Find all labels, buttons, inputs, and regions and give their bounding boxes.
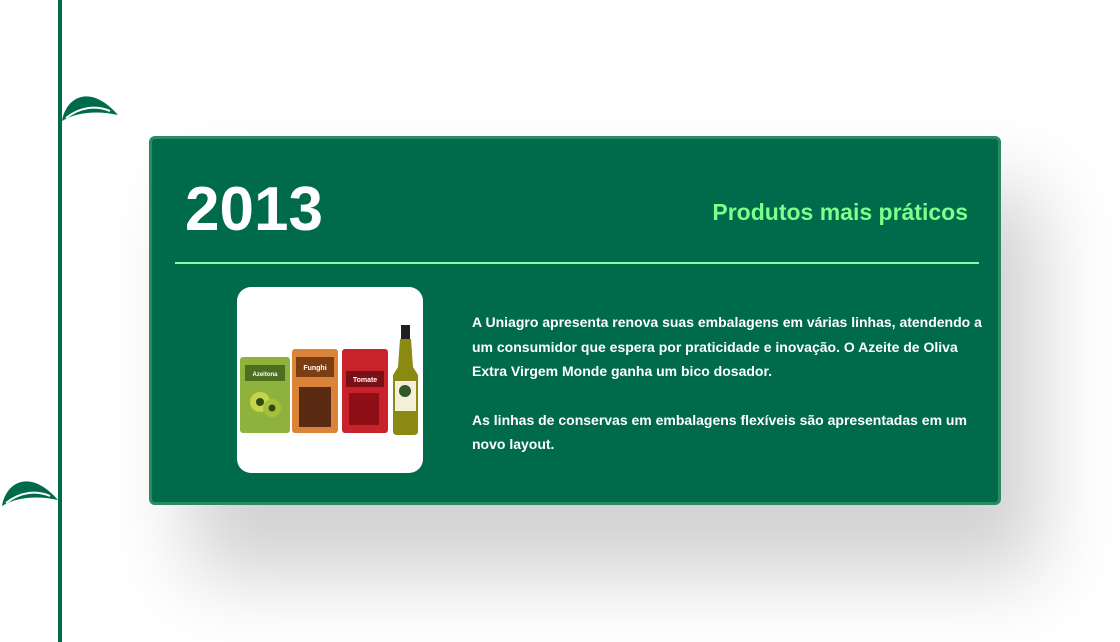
card-title: Produtos mais práticos [712,199,968,225]
pouch-label-1: Azeitona [252,372,278,378]
pouch-label-2: Funghi [303,365,326,372]
timeline-card: 2013 Produtos mais práticos Azeitona Fun… [149,136,1001,505]
product-image: Azeitona Funghi Tomate [237,287,423,473]
product-illustration: Azeitona Funghi Tomate [240,325,418,435]
pouch-label-3: Tomate [353,377,377,384]
description-paragraph-2: As linhas de conservas em embalagens fle… [472,411,967,453]
description-paragraph-1: A Uniagro apresenta renova suas embalage… [472,314,982,379]
divider [175,262,979,264]
leaf-icon [2,481,58,506]
year-heading: 2013 [185,175,323,244]
description: A Uniagro apresenta renova suas embalage… [472,310,982,481]
leaf-icon [62,96,118,121]
